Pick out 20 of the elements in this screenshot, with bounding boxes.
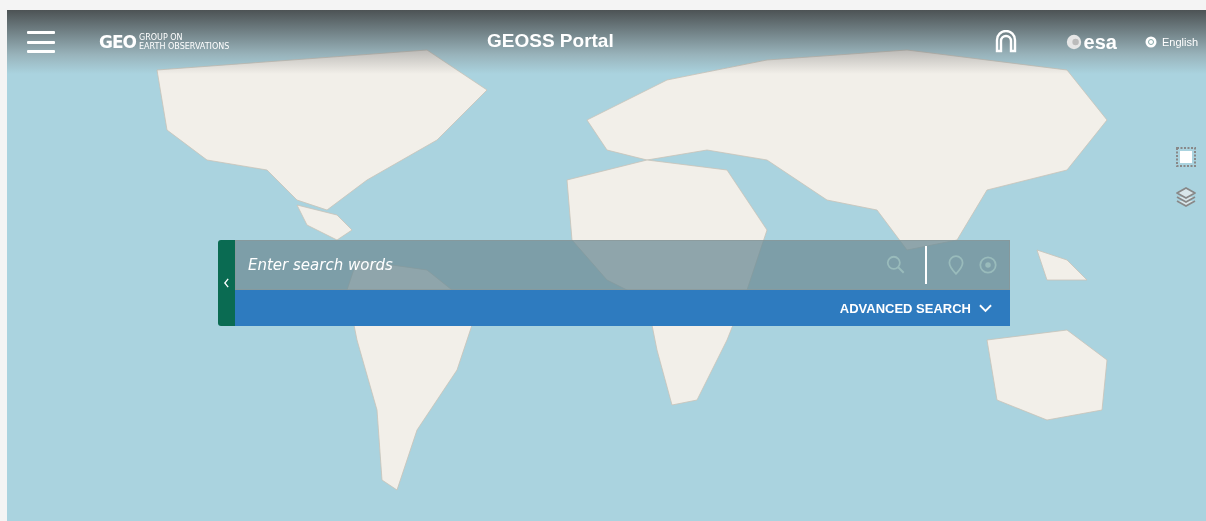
arch-logo-icon <box>993 30 1018 54</box>
collapse-panel-button[interactable] <box>218 240 235 326</box>
partner-logo: esa <box>1083 30 1117 54</box>
chevron-left-icon <box>223 278 230 288</box>
target-icon[interactable] <box>977 254 999 276</box>
layers-icon[interactable] <box>1174 185 1198 209</box>
select-area-icon[interactable] <box>1174 145 1198 169</box>
chevron-down-icon <box>979 303 992 313</box>
globe-icon <box>1144 36 1157 48</box>
logo-subtitle: EARTH OBSERVATIONS <box>139 42 230 51</box>
menu-icon[interactable] <box>27 31 55 53</box>
advanced-search-button[interactable]: ADVANCED SEARCH <box>235 290 1010 326</box>
logo-subtitle: GROUP ON <box>139 33 184 42</box>
portal-title[interactable]: GEOSS Portal <box>487 30 614 52</box>
circle-logo-icon <box>1065 34 1082 50</box>
search-input[interactable]: Enter search words <box>246 255 875 275</box>
search-icon[interactable] <box>885 254 907 276</box>
search-field[interactable]: Enter search words <box>235 240 1010 290</box>
logo-text: GEO <box>99 32 137 52</box>
language-button[interactable]: English <box>1144 36 1198 48</box>
